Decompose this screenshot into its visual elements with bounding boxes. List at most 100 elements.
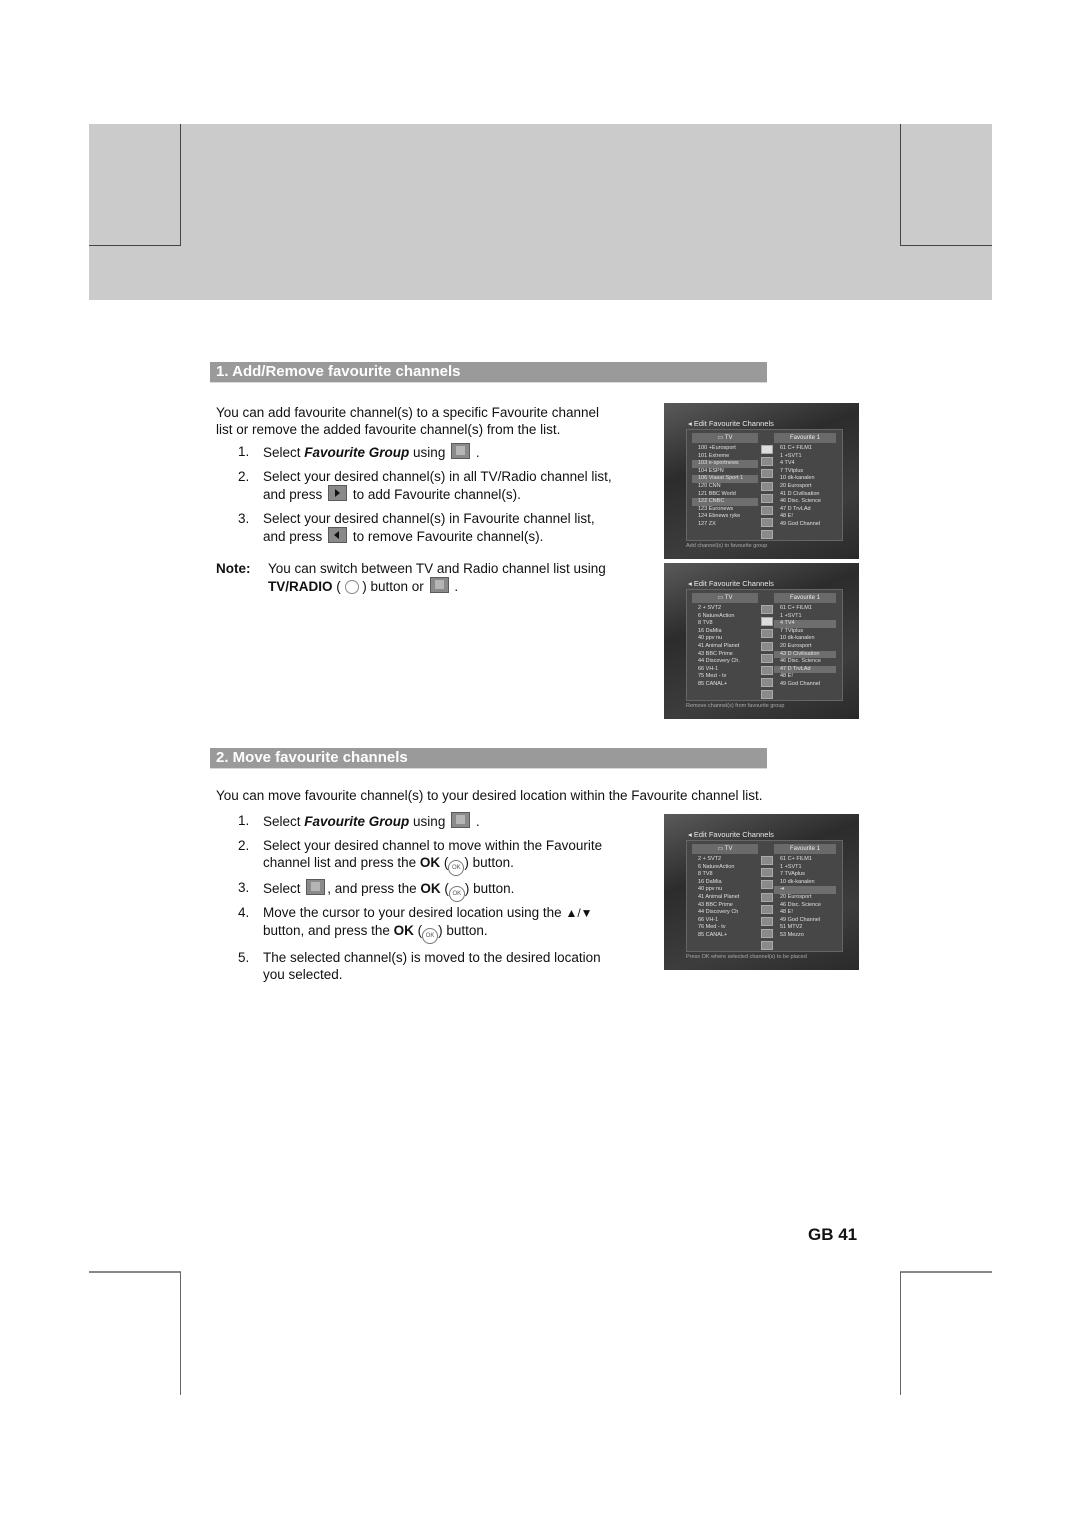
menu-hint: Press OK where selected channel(s) to be… <box>686 954 807 960</box>
channel-row: 101 Extreme <box>698 452 730 459</box>
step-line: The selected channel(s) is moved to the … <box>263 950 601 965</box>
up-down-arrow-icon: ▲/▼ <box>565 906 593 920</box>
menu-button-icon <box>761 904 773 914</box>
channel-row: 1 +SVT1 <box>780 612 802 619</box>
step-text-mid: , and press the <box>327 881 421 896</box>
section-heading-text: 1. Add/Remove favourite channels <box>216 363 461 380</box>
channel-row: 127 ZX <box>698 520 716 527</box>
channel-row: 8 TV8 <box>698 620 713 627</box>
menu-button-icon <box>761 690 773 700</box>
note-line: button or <box>370 579 424 594</box>
menu-button-icon <box>761 469 773 479</box>
menu-button-icon <box>761 665 773 675</box>
step-text: Select your desired channel(s) in Favour… <box>263 510 595 545</box>
menu-hint: Add channel(s) to favourite group <box>686 543 768 549</box>
step-line: button. <box>446 923 488 938</box>
channel-row: 44 Discovery Ch <box>698 909 739 916</box>
channel-row: 47 D TrvLAd <box>780 505 811 512</box>
channel-row: 103 e-sportnews <box>692 460 758 468</box>
menu-button-icon <box>761 457 773 467</box>
favourite-group-term: Favourite Group <box>304 445 410 460</box>
channel-row: 20 Eurosport <box>780 642 812 649</box>
footer-rule <box>900 1272 901 1395</box>
tv-list-header: ▭ TV <box>692 433 758 443</box>
channel-row: 120 CNN <box>698 482 721 489</box>
header-band <box>89 124 992 300</box>
favourite-group-term: Favourite Group <box>304 814 410 829</box>
channel-row: 49 God Channel <box>780 680 821 687</box>
screenshot-remove-channels: ◂ Edit Favourite Channels ▭ TV Favourite 1… <box>664 563 859 719</box>
step-line: Move the cursor to your desired location… <box>263 905 562 920</box>
menu-button-icon <box>761 916 773 926</box>
channel-row: 43 BBC Prime <box>698 650 733 657</box>
step-line: and press <box>263 487 323 502</box>
note-text: You can switch between TV and Radio chan… <box>268 561 606 594</box>
step-text: Select Favourite Group using . <box>263 443 480 461</box>
channel-row: 44 Discovery Ch. <box>698 658 740 665</box>
note-line: You can switch between TV and Radio chan… <box>268 561 606 576</box>
menu-button-icon <box>761 929 773 939</box>
channel-row: 41 D Civilisation <box>780 490 820 497</box>
music-note-icon <box>429 577 449 593</box>
favourite-group-icon <box>451 812 471 828</box>
step-text-post: using <box>409 445 446 460</box>
header-rule <box>180 124 181 246</box>
channel-row: 46 Disc. Science <box>780 498 821 505</box>
channel-row: 7 TVAplus <box>780 871 805 878</box>
channel-row: 7 TVtplus <box>780 627 804 634</box>
channel-row: 48 E! <box>780 513 793 520</box>
channel-row: 6 NatureAction <box>698 612 735 619</box>
step-text-end: . <box>475 445 480 460</box>
step-line: and press <box>263 529 323 544</box>
channel-row: 43 D Civilisation <box>774 650 836 659</box>
step-number: 2. <box>238 469 250 484</box>
footer-rule <box>900 1271 992 1273</box>
menu-button-icon <box>761 856 773 865</box>
step-text-pre: Select <box>263 445 305 460</box>
channel-row: 10 dk-kanalen <box>780 475 815 482</box>
menu-button-column <box>761 856 773 954</box>
header-rule <box>89 245 181 246</box>
favourite-list-header: Favourite 1 <box>774 593 836 603</box>
channel-row: 85 CANAL+ <box>698 680 728 687</box>
channel-row: 49 God Channel <box>780 916 821 923</box>
channel-row: 66 VH-1 <box>698 665 719 672</box>
remove-arrow-icon <box>328 527 348 543</box>
ok-label: OK <box>420 881 441 896</box>
step-text-pre: Select <box>263 881 301 896</box>
channel-row: 40 ppv nu <box>698 886 723 893</box>
channel-row: 4 TV4 <box>774 620 836 628</box>
step-text-post: using <box>409 814 446 829</box>
menu-button-icon <box>761 941 773 951</box>
channel-row: 1 +SVT1 <box>780 863 802 870</box>
step-text-end: . <box>475 814 480 829</box>
channel-row: 46 Disc. Science <box>780 901 821 908</box>
channel-row: 2 + SVT2 <box>698 605 722 611</box>
step-text-pre: Select <box>263 814 305 829</box>
header-rule <box>900 245 992 246</box>
favourite-channel-list: 61 C+ FILM1 1 +SVT1 7 TVAplus 10 dk-kanalen… <box>774 856 836 940</box>
channel-row: 75 Mezi - tv <box>698 673 727 680</box>
channel-row: 8 TV8 <box>698 871 713 878</box>
channel-row: 1 +SVT1 <box>780 452 802 459</box>
menu-title: ◂ Edit Favourite Channels <box>688 579 774 588</box>
menu-button-icon <box>761 518 773 528</box>
tv-radio-label: TV/RADIO <box>268 579 333 594</box>
tv-radio-button-icon <box>344 580 359 594</box>
favourite-list-header: Favourite 1 <box>774 844 836 854</box>
menu-button-icon <box>761 605 773 614</box>
tv-list-header: ▭ TV <box>692 593 758 603</box>
menu-button-icon <box>761 629 773 639</box>
section1-intro: You can add favourite channel(s) to a sp… <box>216 404 599 438</box>
ok-button-icon: OK <box>422 928 439 944</box>
channel-row: 49 God Channel <box>780 520 821 527</box>
favourite-group-icon <box>451 443 471 459</box>
channel-row: 41 Animal Planet <box>698 893 740 900</box>
channel-row: 46 Disc. Science <box>780 658 821 665</box>
step-number: 4. <box>238 905 250 920</box>
step-line: you selected. <box>263 967 343 982</box>
menu-title: ◂ Edit Favourite Channels <box>688 830 774 839</box>
menu-button-icon <box>761 653 773 663</box>
channel-row: 20 Eurosport <box>780 482 812 489</box>
note-label: Note: <box>216 561 251 576</box>
